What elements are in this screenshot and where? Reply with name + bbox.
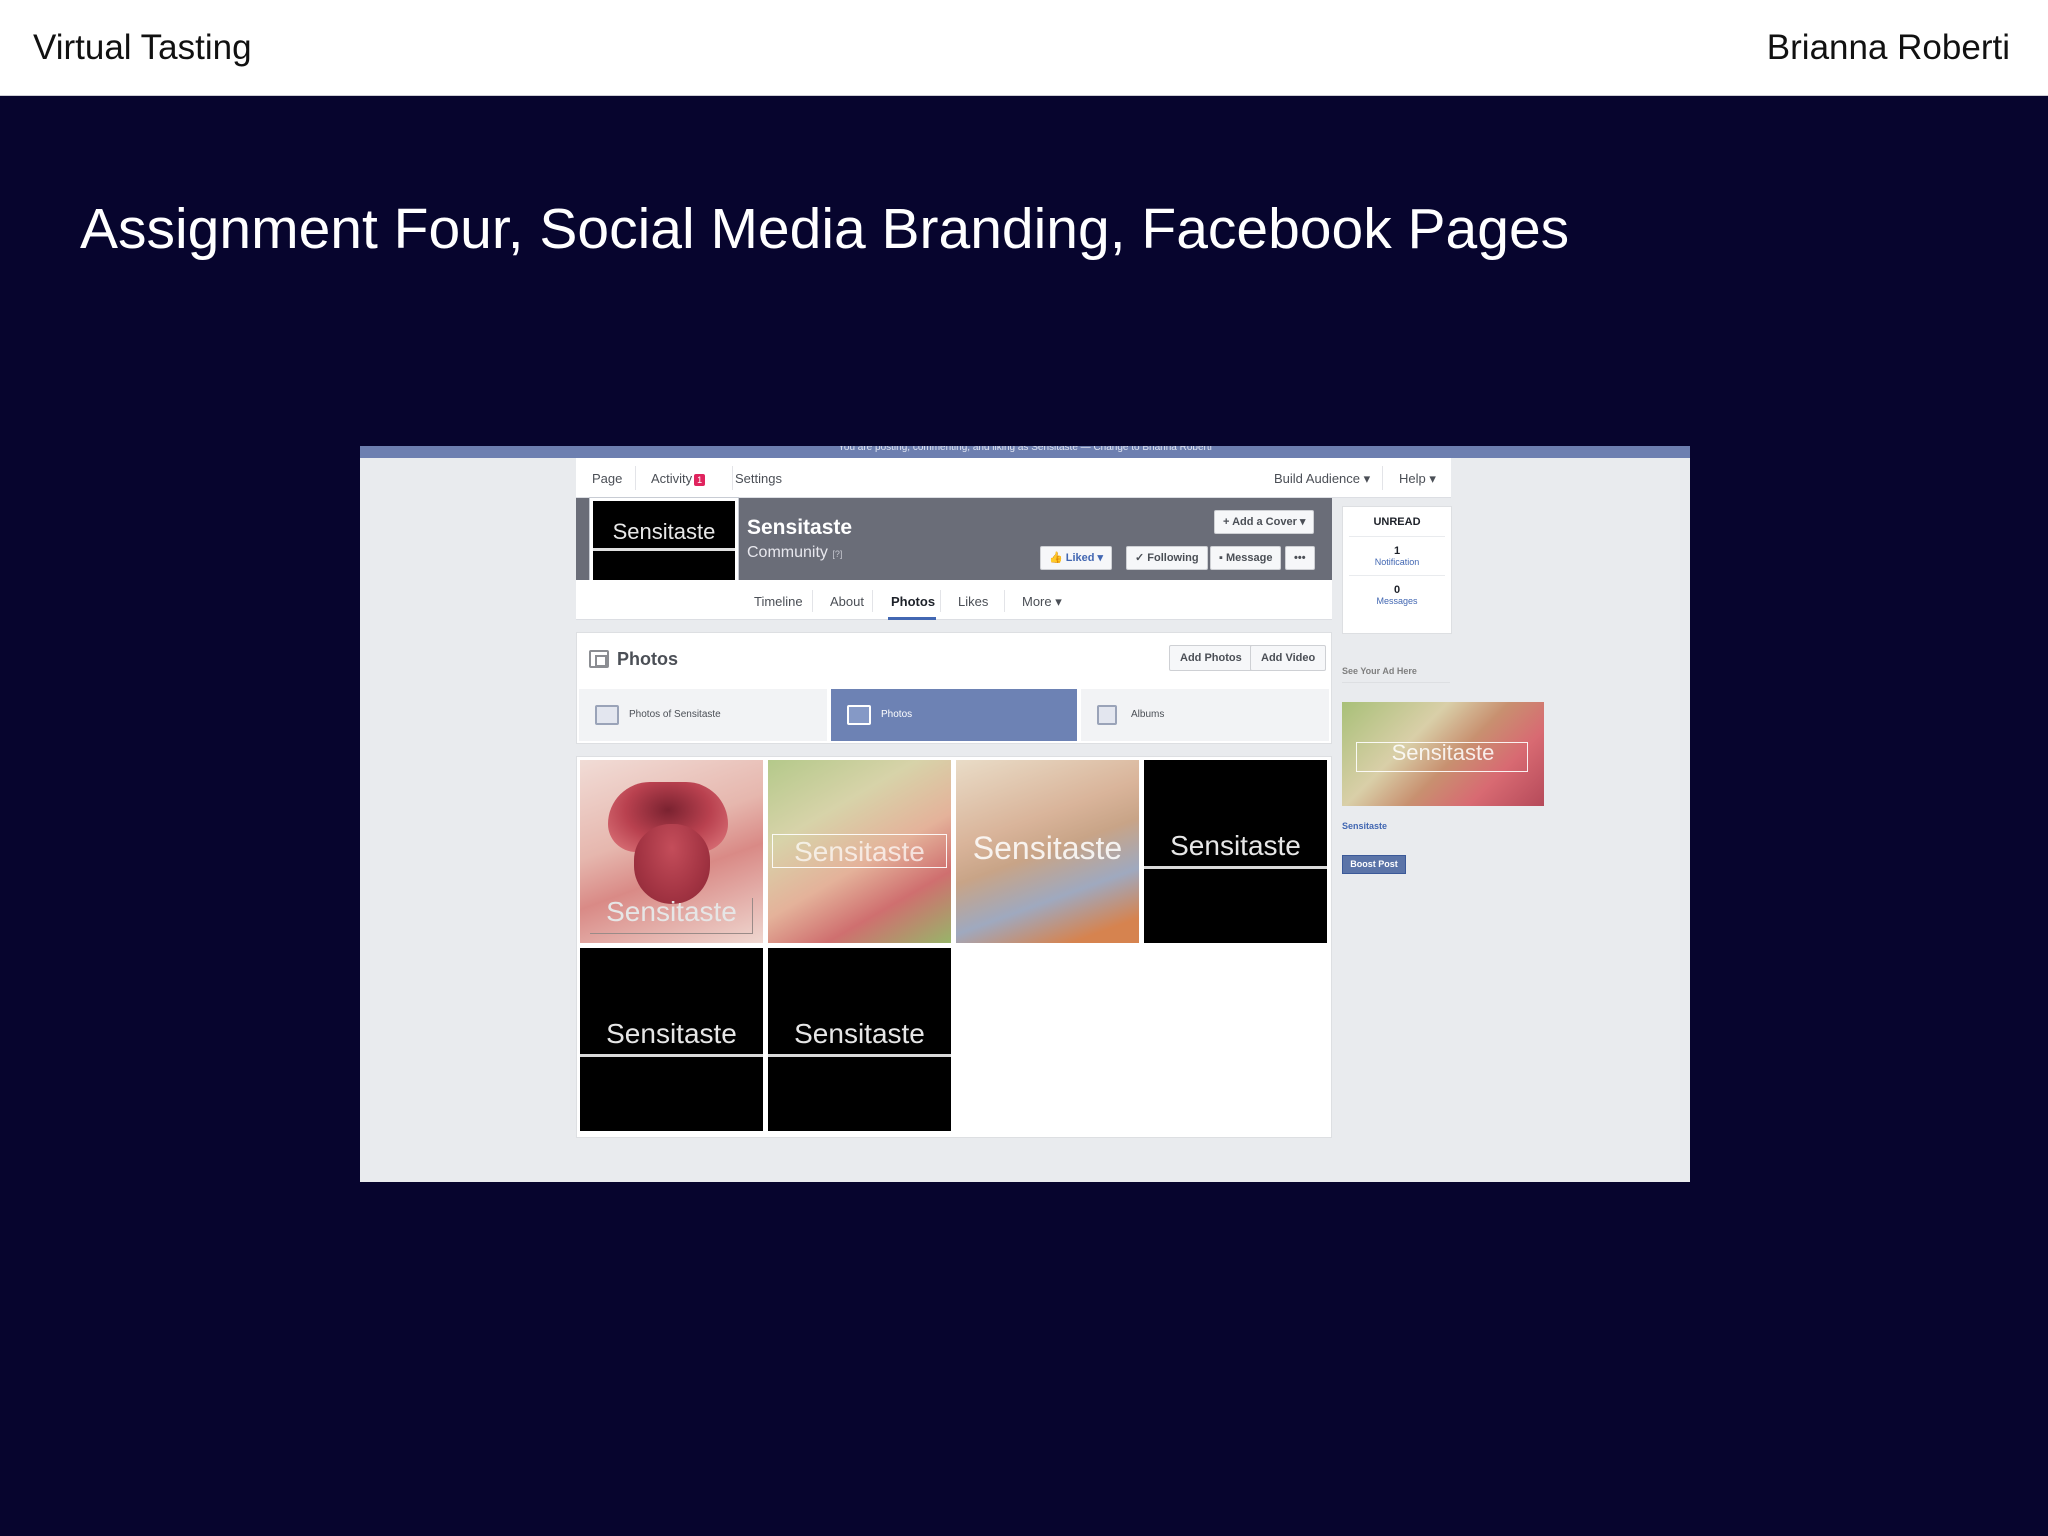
page-admin-nav: Page Activity 1 Settings Build Audience ▾… [576, 458, 1451, 498]
subtab-label: Albums [1131, 709, 1165, 720]
photos-icon [589, 650, 609, 668]
posting-as-notice: You are posting, commenting, and liking … [360, 446, 1690, 458]
ad-preview-image[interactable]: Sensitaste [1342, 702, 1544, 806]
photo-caption: Sensitaste [606, 1018, 737, 1049]
tab-photos[interactable]: Photos [891, 594, 935, 609]
subtab-albums[interactable]: Albums [1081, 689, 1329, 741]
photos-icon [847, 705, 871, 725]
subtab-photos-of-page[interactable]: Photos of Sensitaste [579, 689, 827, 741]
admin-nav-page[interactable]: Page [592, 471, 622, 486]
photos-subtabs: Photos of Sensitaste Photos Albums [577, 689, 1331, 743]
facebook-page-screenshot: You are posting, commenting, and liking … [360, 446, 1690, 1182]
tongue-image [634, 824, 710, 904]
category-help[interactable]: [?] [832, 549, 842, 559]
add-photos-button[interactable]: Add Photos [1169, 645, 1253, 671]
messages-count[interactable]: 0 [1343, 584, 1451, 596]
presentation-title: Virtual Tasting [33, 28, 252, 67]
liked-label: Liked ▾ [1065, 552, 1104, 564]
nav-divider [635, 466, 636, 490]
photo-caption: Sensitaste [794, 1018, 925, 1049]
divider [1342, 682, 1450, 683]
ad-page-name[interactable]: Sensitaste [1342, 821, 1387, 831]
photo-tile[interactable]: Sensitaste [956, 760, 1139, 943]
photo-grid: Sensitaste Sensitaste Sensitaste Sensita… [576, 756, 1332, 1138]
photo-tile[interactable]: Sensitaste [1144, 760, 1327, 943]
tab-more[interactable]: More ▾ [1022, 594, 1062, 610]
following-button[interactable]: ✓ Following [1126, 546, 1208, 570]
message-label: Message [1225, 552, 1273, 564]
tab-about[interactable]: About [830, 594, 864, 609]
photo-caption: Sensitaste [972, 830, 1123, 866]
notification-count[interactable]: 1 [1343, 545, 1451, 557]
boost-post-button[interactable]: Boost Post [1342, 855, 1406, 874]
tab-divider [812, 590, 813, 612]
albums-icon [1097, 705, 1117, 725]
photo-tile[interactable]: Sensitaste [768, 760, 951, 943]
photos-title: Photos [617, 649, 678, 669]
deck-header: Virtual Tasting Brianna Roberti [0, 0, 2048, 96]
tab-divider [940, 590, 941, 612]
notification-label[interactable]: Notification [1343, 557, 1451, 567]
photo-tile[interactable]: Sensitaste [580, 760, 763, 943]
divider [1349, 575, 1445, 576]
photo-tile[interactable]: Sensitaste [580, 948, 763, 1131]
page-tabs: Timeline About Photos Likes More ▾ [576, 580, 1332, 620]
liked-button[interactable]: 👍 Liked ▾ [1040, 546, 1113, 570]
photos-section-header: Photos Add Photos Add Video Photos of Se… [576, 632, 1332, 744]
admin-nav-activity[interactable]: Activity 1 [651, 471, 706, 486]
message-button[interactable]: ▪ Message [1210, 546, 1282, 570]
add-cover-button[interactable]: + Add a Cover ▾ [1214, 510, 1315, 534]
ad-preview-label: See Your Ad Here [1342, 666, 1417, 676]
unread-heading: UNREAD [1373, 516, 1421, 528]
tab-divider [1004, 590, 1005, 612]
page-name[interactable]: Sensitaste [747, 516, 852, 540]
tab-likes[interactable]: Likes [958, 594, 988, 609]
messages-label[interactable]: Messages [1343, 596, 1451, 606]
help-menu[interactable]: Help ▾ [1399, 471, 1436, 487]
caption-line [1144, 866, 1327, 869]
page-category: Community [?] [747, 544, 842, 562]
nav-divider [1382, 466, 1383, 490]
photo-caption: Sensitaste [794, 836, 925, 867]
activity-badge: 1 [694, 474, 706, 486]
photo-tile[interactable]: Sensitaste [768, 948, 951, 1131]
photo-caption: Sensitaste [1170, 830, 1301, 861]
ad-image-text: Sensitaste [1391, 740, 1495, 765]
tab-timeline[interactable]: Timeline [754, 594, 803, 609]
subtab-photos[interactable]: Photos [831, 689, 1077, 741]
slide-heading: Assignment Four, Social Media Branding, … [80, 197, 1570, 261]
caption-line [768, 1054, 951, 1057]
profile-picture-line [593, 548, 735, 551]
subtab-label: Photos of Sensitaste [629, 709, 721, 720]
activity-label: Activity [651, 471, 693, 486]
category-label: Community [747, 544, 828, 561]
admin-nav-settings[interactable]: Settings [735, 471, 782, 486]
divider [1349, 536, 1445, 537]
tab-divider [872, 590, 873, 612]
thumbs-up-icon: 👍 [1049, 552, 1063, 564]
profile-picture-text: Sensitaste [612, 519, 716, 544]
active-tab-indicator [888, 617, 936, 620]
nav-divider [732, 466, 733, 490]
more-options-button[interactable]: ••• [1285, 546, 1315, 570]
subtab-label: Photos [881, 709, 913, 720]
unread-panel: UNREAD 1 Notification 0 Messages [1342, 506, 1452, 634]
photo-caption: Sensitaste [606, 896, 737, 927]
build-audience-menu[interactable]: Build Audience ▾ [1274, 471, 1370, 487]
caption-line [580, 1054, 763, 1057]
author-name: Brianna Roberti [1766, 28, 2010, 67]
add-video-button[interactable]: Add Video [1250, 645, 1327, 671]
chat-bubble-icon: ▪ [1219, 552, 1223, 564]
photos-of-icon [595, 705, 619, 725]
